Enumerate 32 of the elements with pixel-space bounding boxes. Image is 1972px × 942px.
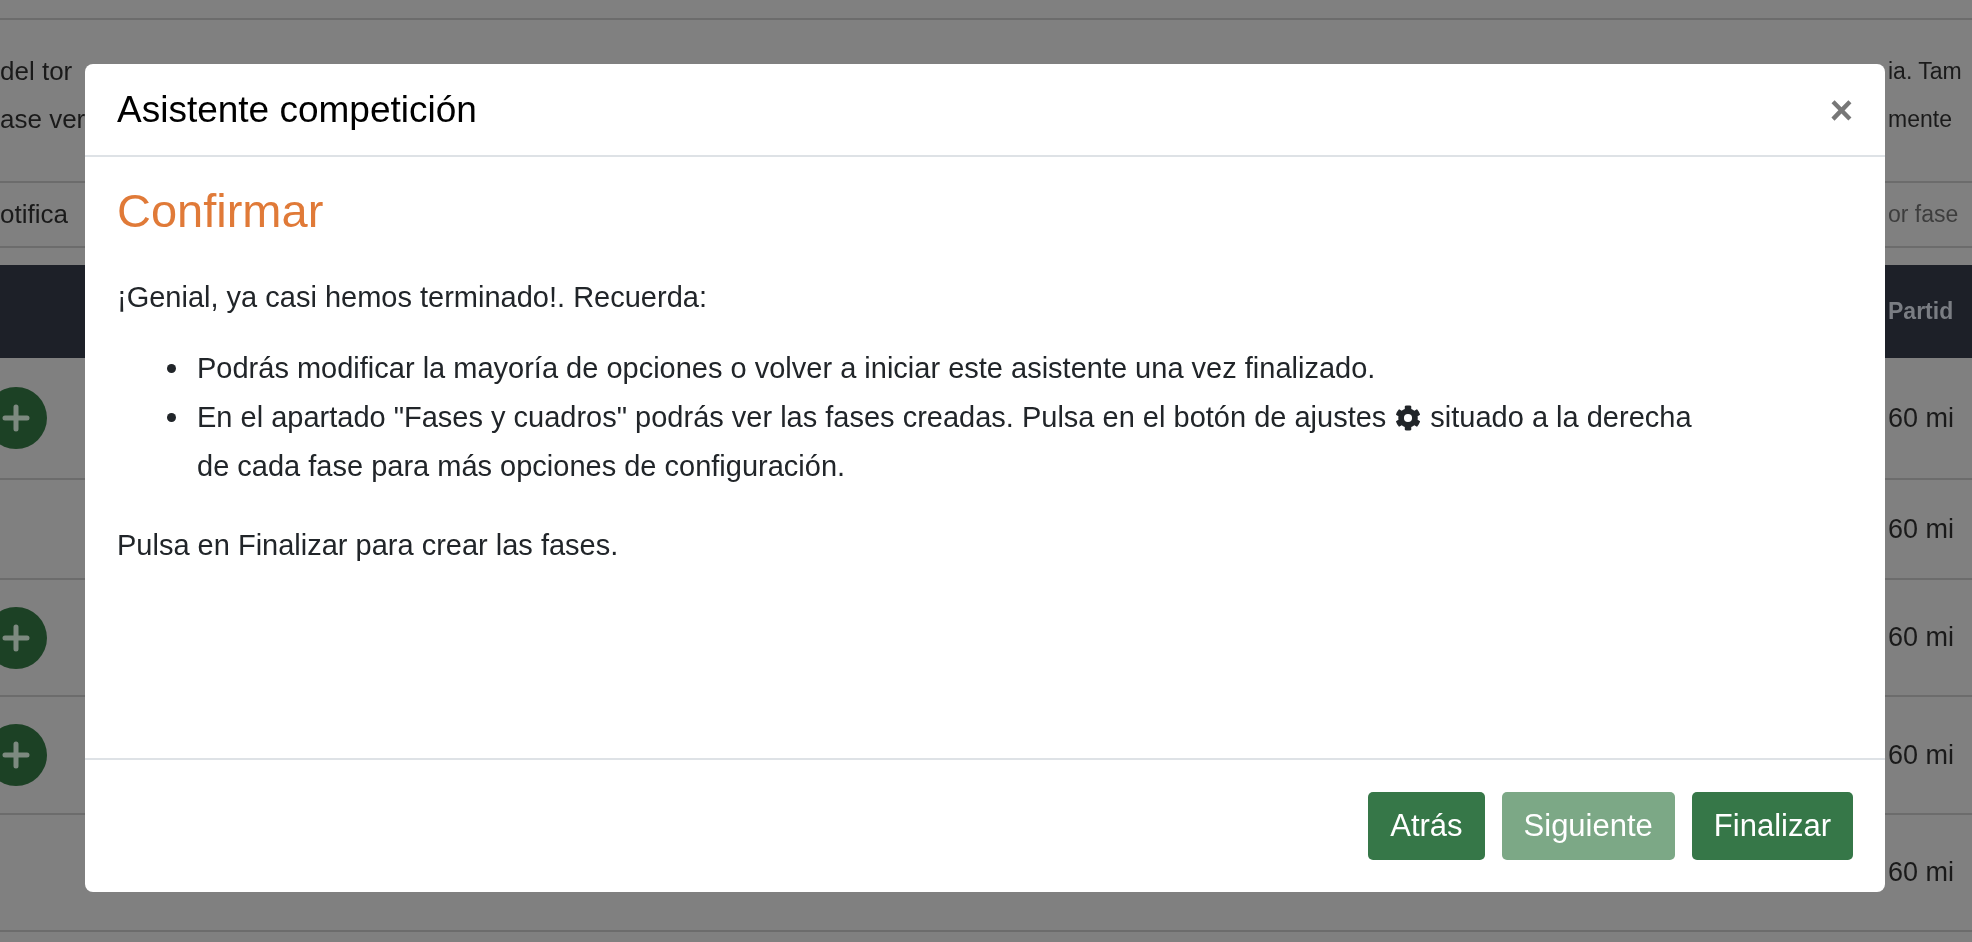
table-cell-text: 60 mi: [1888, 856, 1955, 890]
add-button[interactable]: [0, 606, 47, 669]
list-text: situado a la derecha: [1430, 400, 1692, 436]
plus-icon: [1, 740, 31, 770]
column-header: Partid: [1888, 297, 1954, 327]
filter-field[interactable]: or fase: [1888, 197, 1959, 232]
add-button[interactable]: [0, 724, 47, 786]
intro-text: ¡Genial, ya casi hemos terminado!. Recuerda:: [117, 280, 708, 316]
table-cell-text: 60 mi: [1888, 401, 1955, 435]
body-text: mente: [1887, 104, 1953, 134]
list-text: de cada fase para más opciones de configuración.: [197, 449, 847, 485]
body-text: del tor: [0, 54, 74, 88]
table-cell-text: 60 mi: [1888, 512, 1955, 546]
list-text: En el apartado "Fases y cuadros" podrás ver las fases creadas. Pulsa en el botón de ajustes: [197, 400, 1387, 436]
gear-icon: [1395, 404, 1422, 431]
list-text: Podrás modificar la mayoría de opciones o volver a iniciar este asistente una vez finalizado.: [197, 351, 1376, 387]
wizard-button[interactable]: Finalizar: [1691, 792, 1853, 860]
add-button[interactable]: [0, 387, 47, 449]
plus-icon: [1, 403, 31, 433]
table-cell-text: 60 mi: [1888, 738, 1955, 772]
dialog-title: Asistente competición: [117, 87, 477, 132]
table-cell-text: 60 mi: [1888, 621, 1955, 655]
body-text: ia. Tam: [1887, 56, 1963, 86]
plus-icon: [1, 622, 31, 653]
close-button[interactable]: ×: [1829, 89, 1853, 130]
bullet-icon: [167, 364, 176, 374]
body-text: Pulsa en Finalizar para crear las fases.: [117, 528, 620, 564]
bullet-icon: [167, 413, 176, 423]
step-heading: Confirmar: [117, 183, 325, 239]
body-text: ase ver: [0, 102, 85, 136]
wizard-button[interactable]: Atrás: [1368, 792, 1485, 860]
select-field[interactable]: otifica: [0, 195, 68, 234]
